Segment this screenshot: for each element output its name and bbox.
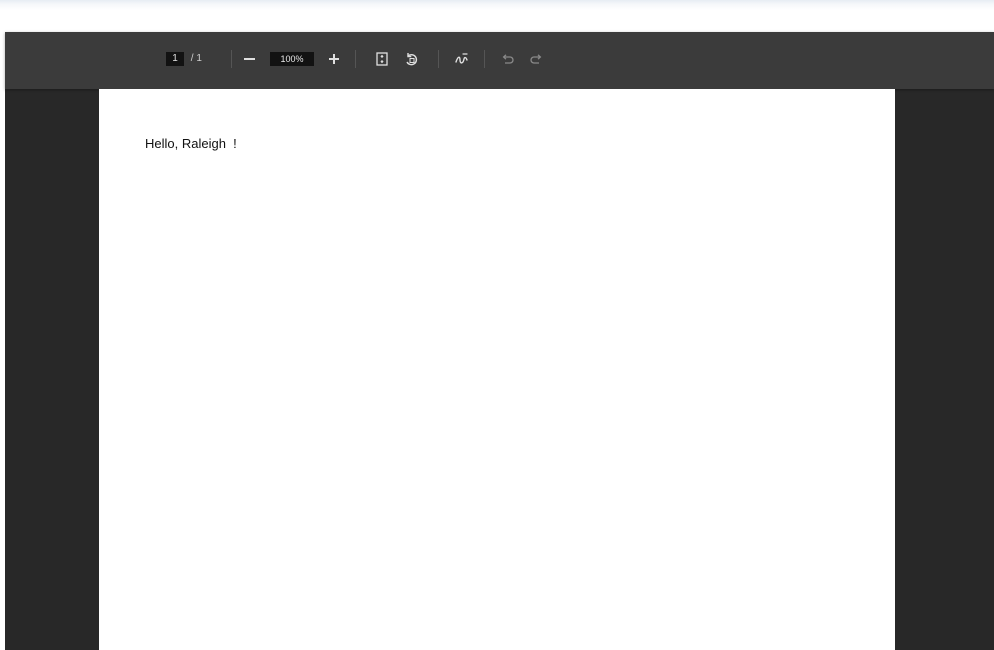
page-number-input[interactable]: 1: [166, 52, 184, 66]
rotate-icon[interactable]: [403, 51, 419, 67]
annotate-icon[interactable]: [454, 51, 470, 67]
browser-frame: 1 / 1 100% Hello, Raleigh !: [0, 0, 994, 650]
undo-icon[interactable]: [499, 51, 515, 67]
toolbar-divider: [231, 50, 232, 68]
pdf-toolbar: 1 / 1 100%: [5, 32, 994, 89]
zoom-in-icon[interactable]: [327, 52, 341, 66]
toolbar-divider: [484, 50, 485, 68]
redo-icon[interactable]: [529, 51, 545, 67]
pdf-page: Hello, Raleigh !: [99, 89, 895, 650]
document-text: Hello, Raleigh !: [145, 136, 237, 151]
page-count: / 1: [188, 53, 202, 64]
pdf-viewer: 1 / 1 100% Hello, Raleigh !: [5, 32, 994, 650]
toolbar-divider: [438, 50, 439, 68]
fit-page-icon[interactable]: [374, 51, 390, 67]
zoom-input[interactable]: 100%: [270, 52, 314, 66]
toolbar-divider: [355, 50, 356, 68]
zoom-out-icon[interactable]: [244, 58, 255, 60]
